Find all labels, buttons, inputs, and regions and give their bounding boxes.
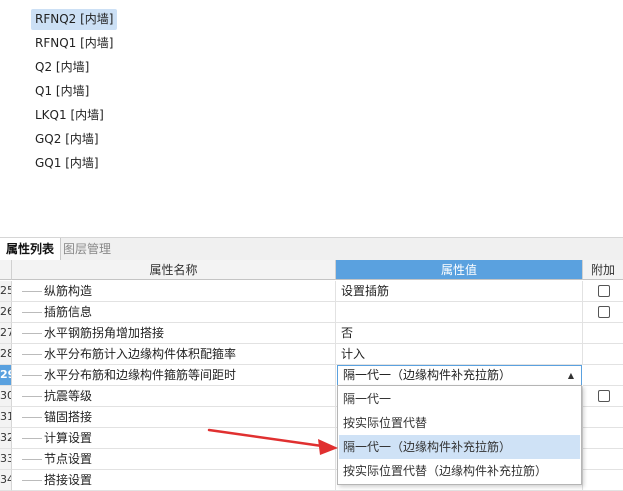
tree-item-gq2[interactable]: GQ2 [内墙]	[31, 129, 103, 150]
table-row[interactable]: 27 水平钢筋拐角增加搭接 否	[0, 323, 623, 344]
extra-cell	[583, 428, 623, 449]
table-row[interactable]: 28 水平分布筋计入边缘构件体积配箍率 计入	[0, 344, 623, 365]
tree-item-rfnq1[interactable]: RFNQ1 [内墙]	[31, 33, 117, 54]
dropdown-option[interactable]: 按实际位置代替（边缘构件补充拉筋）	[339, 459, 580, 483]
row-number: 34	[0, 470, 12, 491]
extra-cell	[583, 302, 623, 323]
property-name: 抗震等级	[44, 389, 93, 403]
property-name: 水平钢筋拐角增加搭接	[44, 326, 165, 340]
row-number: 29	[0, 365, 12, 386]
table-row[interactable]: 26 插筋信息	[0, 302, 623, 323]
tree-item-q2[interactable]: Q2 [内墙]	[31, 57, 93, 78]
table-row[interactable]: 25 纵筋构造 设置插筋	[0, 281, 623, 302]
property-value[interactable]	[336, 302, 583, 323]
extra-cell	[583, 470, 623, 491]
property-name: 纵筋构造	[44, 284, 93, 298]
property-name: 插筋信息	[44, 305, 93, 319]
row-number: 25	[0, 281, 12, 302]
row-number: 31	[0, 407, 12, 428]
extra-cell	[583, 407, 623, 428]
tree-item-q1[interactable]: Q1 [内墙]	[31, 81, 93, 102]
extra-cell	[583, 386, 623, 407]
header-rownum	[0, 260, 12, 280]
extra-cell	[583, 449, 623, 470]
property-name-cell: 计算设置	[12, 428, 336, 449]
property-name: 锚固搭接	[44, 410, 93, 424]
dropdown-option[interactable]: 隔一代一	[339, 387, 580, 411]
property-value[interactable]: 计入	[336, 344, 583, 365]
value-dropdown-list: 隔一代一 按实际位置代替 隔一代一（边缘构件补充拉筋） 按实际位置代替（边缘构件…	[337, 385, 582, 485]
table-row-current[interactable]: 29 水平分布筋和边缘构件箍筋等间距时 隔一代一（边缘构件补充拉筋） ▲	[0, 365, 623, 386]
triangle-up-icon[interactable]: ▲	[568, 366, 574, 385]
property-name-cell: 水平分布筋和边缘构件箍筋等间距时	[12, 365, 336, 386]
property-name: 水平分布筋计入边缘构件体积配箍率	[44, 347, 237, 361]
row-number: 32	[0, 428, 12, 449]
property-name: 计算设置	[44, 431, 93, 445]
property-name: 水平分布筋和边缘构件箍筋等间距时	[44, 368, 237, 382]
property-name-cell: 锚固搭接	[12, 407, 336, 428]
extra-cell	[583, 365, 623, 386]
row-number: 30	[0, 386, 12, 407]
property-name-cell: 水平分布筋计入边缘构件体积配箍率	[12, 344, 336, 365]
row-number: 26	[0, 302, 12, 323]
extra-checkbox[interactable]	[598, 285, 610, 297]
tree-item-lkq1[interactable]: LKQ1 [内墙]	[31, 105, 108, 126]
tree-item-rfnq2[interactable]: RFNQ2 [内墙]	[31, 9, 118, 30]
property-name-cell: 纵筋构造	[12, 281, 336, 302]
extra-cell	[583, 281, 623, 302]
row-number: 33	[0, 449, 12, 470]
dropdown-option[interactable]: 按实际位置代替	[339, 411, 580, 435]
tab-property-list[interactable]: 属性列表	[0, 238, 62, 260]
property-name: 搭接设置	[44, 473, 93, 487]
property-name-cell: 水平钢筋拐角增加搭接	[12, 323, 336, 344]
property-name-cell: 搭接设置	[12, 470, 336, 491]
property-name: 节点设置	[44, 452, 93, 466]
panel-tabs: 属性列表 图层管理	[0, 237, 623, 261]
header-property-value[interactable]: 属性值	[336, 260, 583, 280]
tab-layer-management[interactable]: 图层管理	[57, 238, 117, 260]
combobox-value: 隔一代一（边缘构件补充拉筋）	[343, 368, 512, 382]
row-number: 28	[0, 344, 12, 365]
property-name-cell: 抗震等级	[12, 386, 336, 407]
property-name-cell: 插筋信息	[12, 302, 336, 323]
tree-item-gq1[interactable]: GQ1 [内墙]	[31, 153, 103, 174]
row-number: 27	[0, 323, 12, 344]
extra-cell	[583, 344, 623, 365]
property-value-combobox[interactable]: 隔一代一（边缘构件补充拉筋） ▲	[337, 365, 582, 386]
property-name-cell: 节点设置	[12, 449, 336, 470]
property-value[interactable]: 设置插筋	[336, 281, 583, 302]
header-extra[interactable]: 附加	[583, 260, 623, 280]
extra-checkbox[interactable]	[598, 306, 610, 318]
dropdown-option-selected[interactable]: 隔一代一（边缘构件补充拉筋）	[339, 435, 580, 459]
extra-cell	[583, 323, 623, 344]
extra-checkbox[interactable]	[598, 390, 610, 402]
header-property-name[interactable]: 属性名称	[12, 260, 336, 280]
property-value[interactable]: 否	[336, 323, 583, 344]
component-tree: RFNQ2 [内墙] RFNQ1 [内墙] Q2 [内墙] Q1 [内墙] LK…	[0, 0, 623, 215]
